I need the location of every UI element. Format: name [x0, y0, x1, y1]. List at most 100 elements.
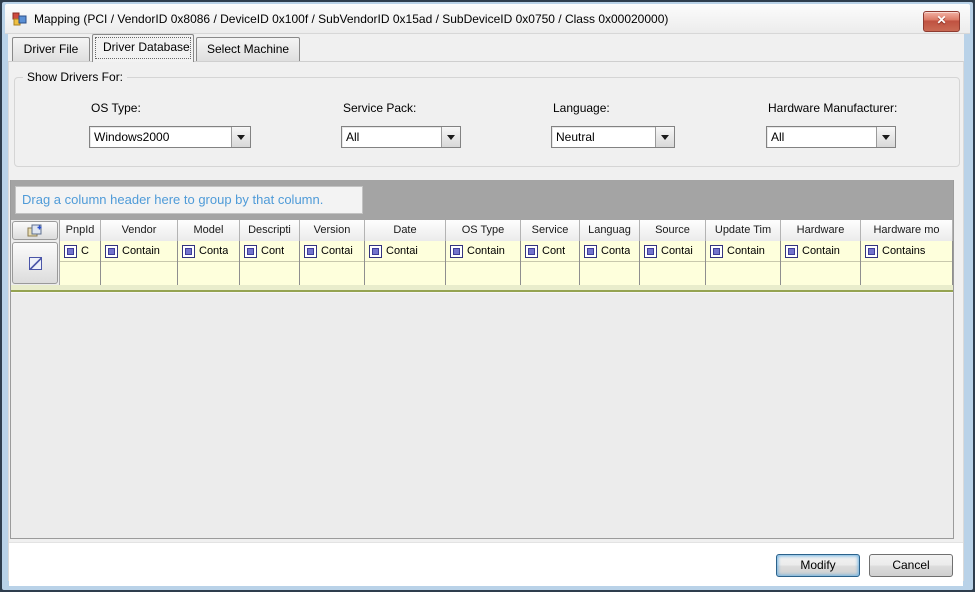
- filter-column-8: Conta: [580, 241, 640, 285]
- filter-condition-icon: [785, 245, 798, 258]
- filter-column-5: Contai: [365, 241, 446, 285]
- filter-input-2[interactable]: [178, 262, 239, 285]
- grid-group-by-band[interactable]: Drag a column header here to group by th…: [11, 180, 953, 220]
- filter-operator-label: Conta: [199, 245, 228, 257]
- column-header-10[interactable]: Update Tim: [706, 220, 781, 241]
- filter-operator-label: C: [81, 245, 89, 257]
- filter-condition-icon: [644, 245, 657, 258]
- filter-input-8[interactable]: [580, 262, 639, 285]
- filter-condition-icon: [369, 245, 382, 258]
- filter-operator-label: Contai: [321, 245, 353, 257]
- filter-input-0[interactable]: [60, 262, 100, 285]
- os-type-dropdown[interactable]: Windows2000: [89, 126, 251, 148]
- filter-input-11[interactable]: [781, 262, 860, 285]
- filter-input-5[interactable]: [365, 262, 445, 285]
- filter-operator-label: Conta: [601, 245, 630, 257]
- filter-operator-8[interactable]: Conta: [580, 241, 639, 262]
- filter-column-1: Contain: [101, 241, 178, 285]
- filter-operator-3[interactable]: Cont: [240, 241, 299, 262]
- filter-input-6[interactable]: [446, 262, 520, 285]
- filter-condition-icon: [865, 245, 878, 258]
- groupbox-label: Show Drivers For:: [23, 70, 127, 84]
- filter-column-4: Contai: [300, 241, 365, 285]
- filter-input-12[interactable]: [861, 262, 952, 285]
- column-headers: PnpIdVendorModelDescriptiVersionDateOS T…: [60, 220, 953, 241]
- hardware-manufacturer-dropdown[interactable]: All: [766, 126, 896, 148]
- filter-condition-icon: [584, 245, 597, 258]
- column-header-0[interactable]: PnpId: [60, 220, 101, 241]
- filter-column-3: Cont: [240, 241, 300, 285]
- modify-button[interactable]: Modify: [776, 554, 860, 577]
- filter-input-3[interactable]: [240, 262, 299, 285]
- column-header-11[interactable]: Hardware: [781, 220, 861, 241]
- grid-header-row: PnpIdVendorModelDescriptiVersionDateOS T…: [11, 220, 953, 241]
- chevron-down-icon[interactable]: [231, 127, 250, 147]
- service-pack-value: All: [342, 127, 441, 147]
- filter-condition-icon: [304, 245, 317, 258]
- clear-filter-icon: [27, 255, 44, 272]
- service-pack-label: Service Pack:: [343, 101, 416, 115]
- column-header-1[interactable]: Vendor: [101, 220, 178, 241]
- cancel-button[interactable]: Cancel: [869, 554, 953, 577]
- window-title: Mapping (PCI / VendorID 0x8086 / DeviceI…: [34, 12, 668, 26]
- language-dropdown[interactable]: Neutral: [551, 126, 675, 148]
- column-header-4[interactable]: Version: [300, 220, 365, 241]
- column-header-6[interactable]: OS Type: [446, 220, 521, 241]
- service-pack-dropdown[interactable]: All: [341, 126, 461, 148]
- filter-operator-10[interactable]: Contain: [706, 241, 780, 262]
- filter-input-10[interactable]: [706, 262, 780, 285]
- filter-input-4[interactable]: [300, 262, 364, 285]
- filter-operator-label: Contains: [882, 245, 925, 257]
- button-bar: Modify Cancel: [9, 542, 963, 586]
- filter-operator-2[interactable]: Conta: [178, 241, 239, 262]
- filter-operator-label: Contain: [727, 245, 765, 257]
- column-header-7[interactable]: Service: [521, 220, 580, 241]
- tab-driver-database[interactable]: Driver Database: [92, 34, 194, 62]
- column-header-3[interactable]: Descripti: [240, 220, 300, 241]
- grid-rows-separator: [11, 285, 953, 292]
- filter-operator-4[interactable]: Contai: [300, 241, 364, 262]
- filter-operator-label: Contain: [802, 245, 840, 257]
- filter-input-7[interactable]: [521, 262, 579, 285]
- filter-condition-icon: [450, 245, 463, 258]
- filter-column-2: Conta: [178, 241, 240, 285]
- tab-driver-file[interactable]: Driver File: [12, 37, 90, 61]
- column-header-8[interactable]: Languag: [580, 220, 640, 241]
- filter-column-11: Contain: [781, 241, 861, 285]
- filter-cells: C Contain Conta Cont Contai Contai Contain Cont…: [60, 241, 953, 285]
- tab-select-machine[interactable]: Select Machine: [196, 37, 300, 61]
- filter-operator-label: Cont: [261, 245, 284, 257]
- close-button[interactable]: ✕: [923, 11, 960, 32]
- filter-operator-0[interactable]: C: [60, 241, 100, 262]
- grid-empty-area[interactable]: [11, 292, 953, 538]
- dialog-client-area: Driver File Driver Database Select Machi…: [8, 34, 964, 581]
- chevron-down-icon[interactable]: [655, 127, 674, 147]
- filter-operator-11[interactable]: Contain: [781, 241, 860, 262]
- filter-input-1[interactable]: [101, 262, 177, 285]
- column-header-5[interactable]: Date: [365, 220, 446, 241]
- column-header-2[interactable]: Model: [178, 220, 240, 241]
- grid-filter-row: C Contain Conta Cont Contai Contai Contain Cont…: [11, 241, 953, 285]
- grid-corner-cell: [11, 220, 60, 241]
- column-header-9[interactable]: Source: [640, 220, 706, 241]
- customize-columns-button[interactable]: [12, 221, 58, 240]
- chevron-down-icon[interactable]: [876, 127, 895, 147]
- column-header-12[interactable]: Hardware mo: [861, 220, 953, 241]
- filter-operator-5[interactable]: Contai: [365, 241, 445, 262]
- clear-filter-button[interactable]: [12, 242, 58, 284]
- filter-operator-label: Contai: [386, 245, 418, 257]
- filter-operator-1[interactable]: Contain: [101, 241, 177, 262]
- filter-operator-12[interactable]: Contains: [861, 241, 952, 262]
- filter-column-7: Cont: [521, 241, 580, 285]
- filter-operator-label: Cont: [542, 245, 565, 257]
- winforms-form-icon: [12, 11, 28, 27]
- filter-operator-9[interactable]: Contai: [640, 241, 705, 262]
- chevron-down-icon[interactable]: [441, 127, 460, 147]
- hardware-manufacturer-value: All: [767, 127, 876, 147]
- filter-input-9[interactable]: [640, 262, 705, 285]
- language-value: Neutral: [552, 127, 655, 147]
- filter-operator-7[interactable]: Cont: [521, 241, 579, 262]
- title-bar[interactable]: Mapping (PCI / VendorID 0x8086 / DeviceI…: [5, 4, 970, 34]
- language-label: Language:: [553, 101, 610, 115]
- filter-operator-6[interactable]: Contain: [446, 241, 520, 262]
